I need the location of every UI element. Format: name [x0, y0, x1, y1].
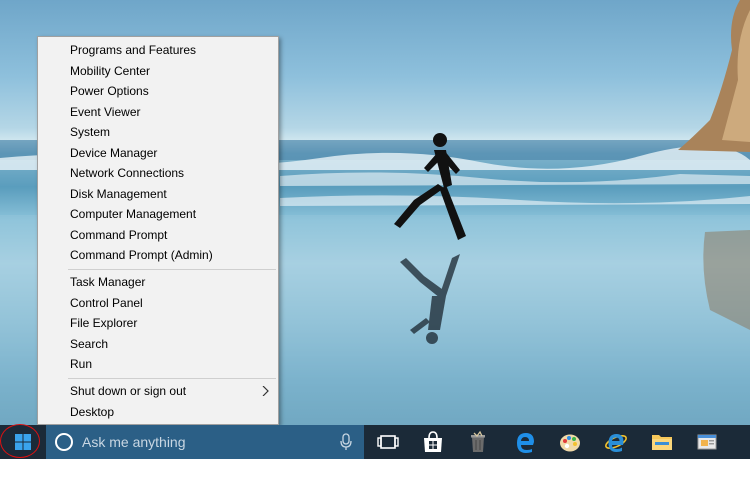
menu-item-control-panel[interactable]: Control Panel: [38, 293, 278, 313]
page-background: [0, 459, 750, 484]
cortana-icon[interactable]: [55, 433, 73, 451]
search-box[interactable]: Ask me anything: [46, 425, 364, 459]
menu-item-command-prompt[interactable]: Command Prompt: [38, 225, 278, 245]
menu-separator: [68, 378, 276, 379]
menu-item-label: Search: [70, 337, 109, 351]
menu-separator: [68, 269, 276, 270]
menu-item-label: Control Panel: [70, 296, 143, 310]
mail-icon[interactable]: [695, 430, 719, 454]
menu-item-power-options[interactable]: Power Options: [38, 81, 278, 101]
menu-item-label: Computer Management: [70, 207, 197, 221]
menu-item-label: Task Manager: [70, 275, 146, 289]
task-view-icon[interactable]: [376, 430, 400, 454]
search-placeholder: Ask me anything: [82, 434, 186, 450]
menu-item-system[interactable]: System: [38, 122, 278, 142]
menu-item-label: Power Options: [70, 84, 149, 98]
menu-item-mobility-center[interactable]: Mobility Center: [38, 61, 278, 81]
winx-context-menu: Programs and Features Mobility Center Po…: [37, 36, 279, 425]
menu-item-label: Command Prompt (Admin): [70, 248, 213, 262]
menu-item-network-connections[interactable]: Network Connections: [38, 163, 278, 183]
chevron-right-icon: [262, 386, 269, 396]
internet-explorer-icon[interactable]: [604, 430, 628, 454]
menu-item-event-viewer[interactable]: Event Viewer: [38, 102, 278, 122]
menu-item-label: File Explorer: [70, 316, 138, 330]
menu-item-device-manager[interactable]: Device Manager: [38, 143, 278, 163]
menu-item-shut-down-or-sign-out[interactable]: Shut down or sign out: [38, 381, 278, 401]
menu-item-desktop[interactable]: Desktop: [38, 402, 278, 422]
menu-item-label: Event Viewer: [70, 105, 141, 119]
menu-item-search[interactable]: Search: [38, 334, 278, 354]
microphone-icon[interactable]: [339, 433, 353, 451]
menu-item-file-explorer[interactable]: File Explorer: [38, 313, 278, 333]
file-explorer-icon[interactable]: [650, 430, 674, 454]
recycle-bin-icon[interactable]: [466, 430, 490, 454]
menu-item-run[interactable]: Run: [38, 354, 278, 374]
menu-item-label: Disk Management: [70, 187, 167, 201]
menu-item-label: Programs and Features: [70, 43, 197, 57]
menu-item-label: Mobility Center: [70, 64, 151, 78]
menu-item-label: Run: [70, 357, 93, 371]
menu-item-label: Shut down or sign out: [70, 384, 187, 398]
menu-item-label: System: [70, 125, 111, 139]
menu-item-computer-management[interactable]: Computer Management: [38, 204, 278, 224]
menu-item-label: Network Connections: [70, 166, 185, 180]
menu-item-disk-management[interactable]: Disk Management: [38, 184, 278, 204]
menu-item-label: Command Prompt: [70, 228, 168, 242]
menu-item-label: Device Manager: [70, 146, 158, 160]
taskbar: Ask me anything: [0, 424, 750, 459]
menu-item-programs-and-features[interactable]: Programs and Features: [38, 40, 278, 60]
menu-item-command-prompt-admin[interactable]: Command Prompt (Admin): [38, 245, 278, 265]
store-icon[interactable]: [421, 430, 445, 454]
edge-icon[interactable]: [513, 430, 537, 454]
start-button[interactable]: [0, 424, 46, 459]
paint-icon[interactable]: [558, 430, 582, 454]
menu-item-task-manager[interactable]: Task Manager: [38, 272, 278, 292]
menu-item-label: Desktop: [70, 405, 115, 419]
highlight-circle: [0, 424, 40, 458]
